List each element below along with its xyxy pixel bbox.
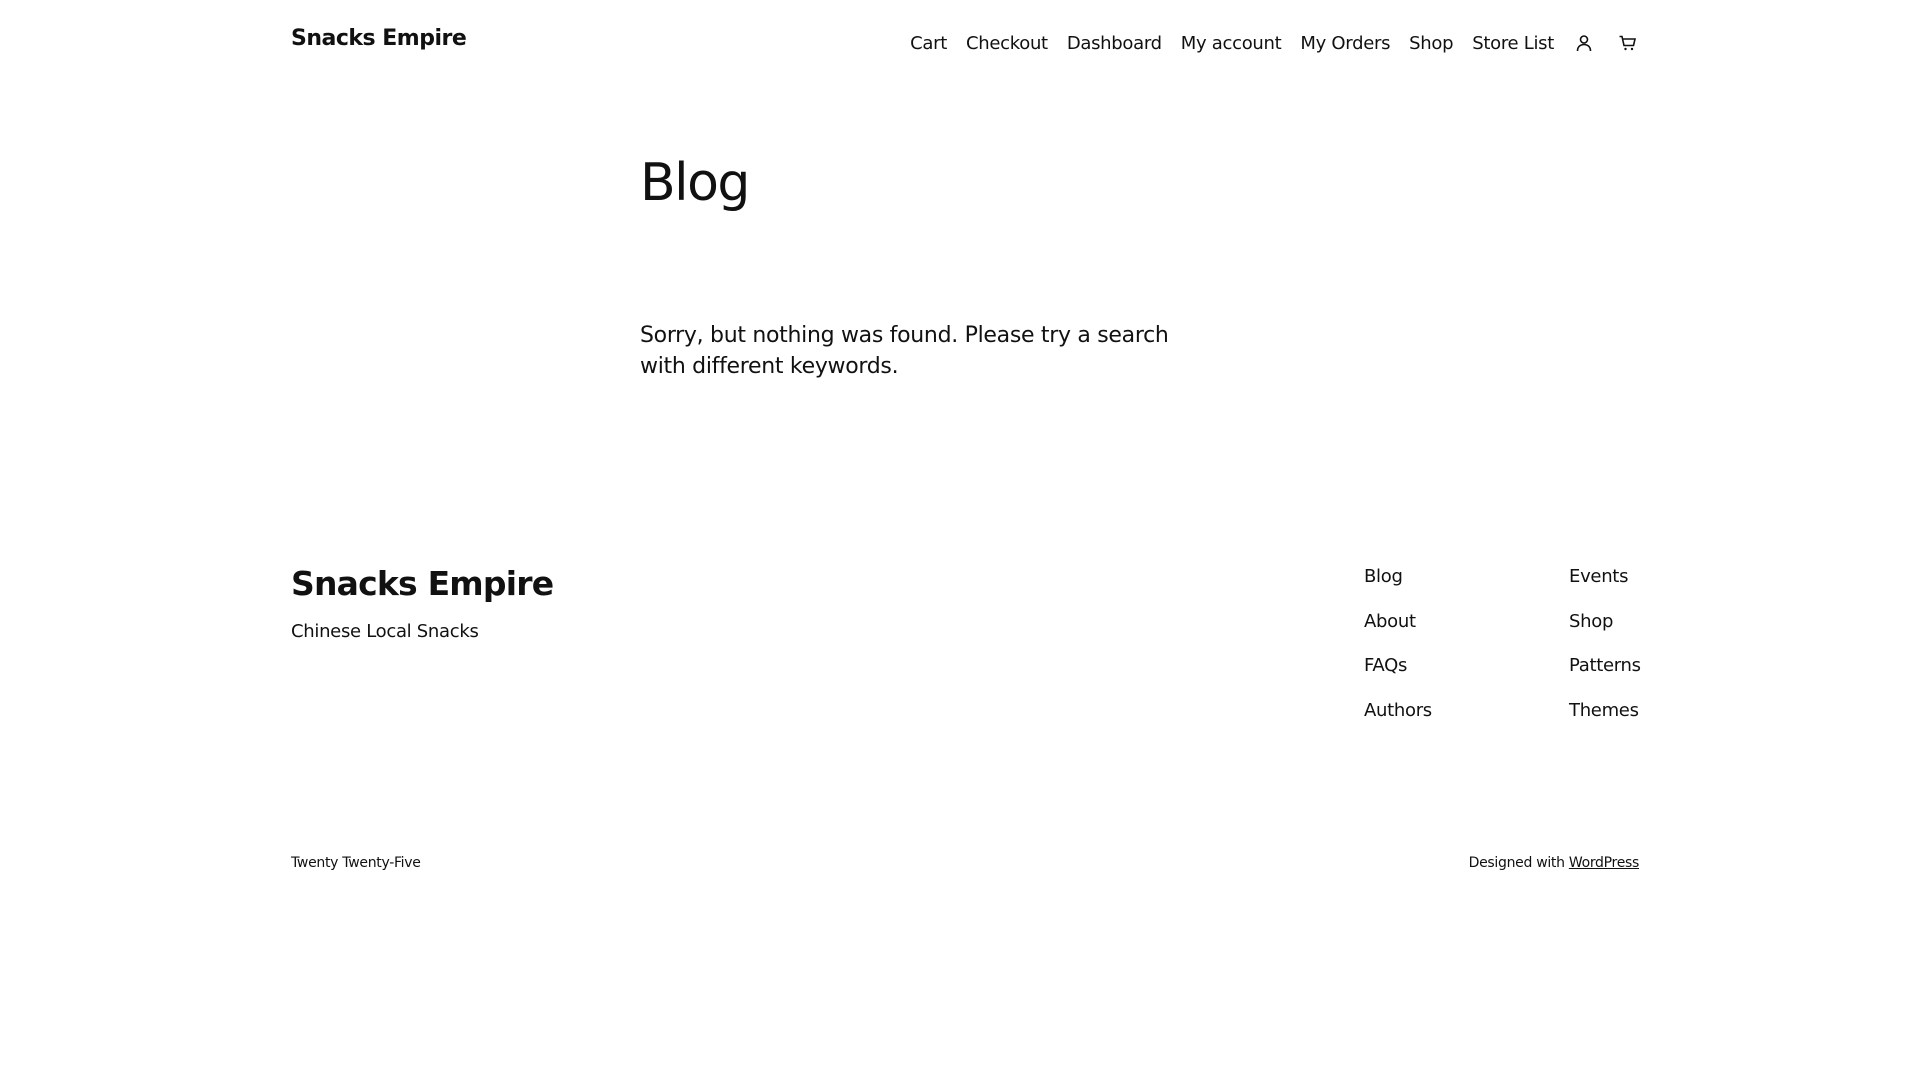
- footer-link-blog[interactable]: Blog: [1364, 565, 1432, 589]
- page-title: Blog: [640, 153, 750, 213]
- nav-item-cart[interactable]: Cart: [910, 33, 947, 54]
- site-title-link[interactable]: Snacks Empire: [291, 26, 467, 51]
- nav-item-my-orders[interactable]: My Orders: [1300, 33, 1390, 54]
- footer-link-themes[interactable]: Themes: [1569, 699, 1641, 723]
- no-results-message: Sorry, but nothing was found. Please try…: [640, 323, 1169, 379]
- footer-tagline: Chinese Local Snacks: [291, 621, 479, 642]
- account-button[interactable]: [1572, 31, 1596, 55]
- nav-item-my-account[interactable]: My account: [1181, 33, 1282, 54]
- nav-item-shop[interactable]: Shop: [1409, 33, 1453, 54]
- mini-cart-button[interactable]: [1616, 31, 1640, 55]
- footer-link-events[interactable]: Events: [1569, 565, 1641, 589]
- footer-link-shop[interactable]: Shop: [1569, 610, 1641, 634]
- main-navigation: Cart Checkout Dashboard My account My Or…: [910, 26, 1640, 60]
- page: Snacks Empire Cart Checkout Dashboard My…: [0, 0, 1920, 1080]
- designed-with-credit: Designed with WordPress: [1468, 855, 1640, 871]
- designed-with-text: Designed with: [1468, 855, 1565, 871]
- footer-links-column-1: Blog About FAQs Authors: [1364, 565, 1432, 743]
- footer-site-title[interactable]: Snacks Empire: [291, 562, 554, 606]
- wordpress-link[interactable]: WordPress: [1569, 855, 1639, 871]
- footer-link-patterns[interactable]: Patterns: [1569, 654, 1641, 678]
- footer-link-authors[interactable]: Authors: [1364, 699, 1432, 723]
- nav-item-checkout[interactable]: Checkout: [966, 33, 1048, 54]
- nav-item-dashboard[interactable]: Dashboard: [1067, 33, 1162, 54]
- footer-links-column-2: Events Shop Patterns Themes: [1569, 565, 1641, 743]
- footer-link-about[interactable]: About: [1364, 610, 1432, 634]
- cart-icon: [1619, 35, 1637, 51]
- footer-link-faqs[interactable]: FAQs: [1364, 654, 1432, 678]
- theme-credit: Twenty Twenty-Five: [291, 855, 421, 871]
- account-icon: [1576, 35, 1592, 52]
- nav-item-store-list[interactable]: Store List: [1472, 33, 1554, 54]
